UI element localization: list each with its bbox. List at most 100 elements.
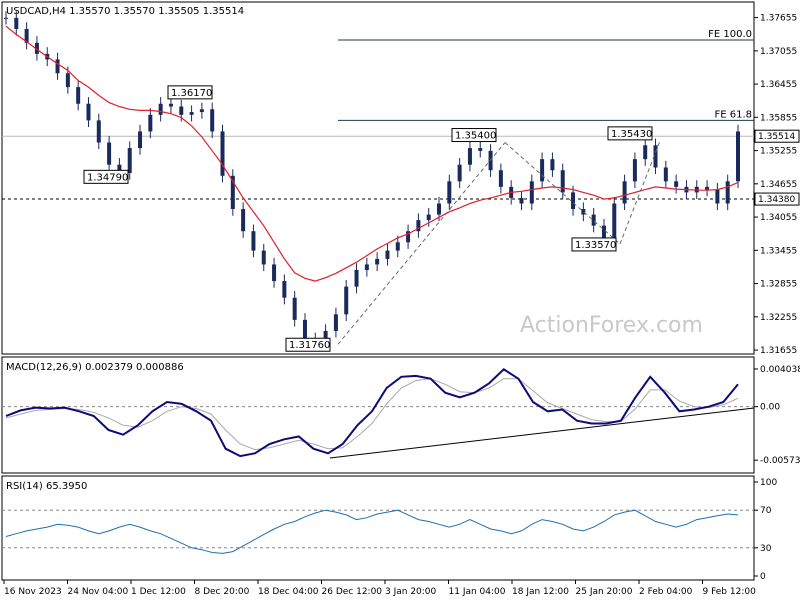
macd-line: [5, 368, 739, 458]
price-candle-body: [55, 59, 60, 74]
price-tick-label-9: 1.32255: [760, 313, 797, 323]
rsi-layer: [2, 509, 754, 554]
price-candle-body: [540, 159, 545, 182]
price-candle-body: [210, 109, 215, 132]
price-layer: FE 100.0 FE 61.8 1.36170 1.34790 1.31760 1.35…: [2, 11, 754, 352]
current-price-tag-label: 1.35514: [758, 132, 795, 142]
price-candle-body: [426, 214, 431, 221]
price-candle-body: [344, 286, 349, 315]
price-candle-body: [168, 103, 173, 107]
x-tick-label-4: 18 Dec 04:00: [258, 587, 319, 597]
price-candle-body: [560, 170, 565, 193]
price-candle-body: [591, 214, 596, 226]
price-candle-body: [478, 148, 483, 151]
price-candle-body: [715, 189, 720, 204]
annotation-label-5: 1.35430: [611, 129, 652, 140]
price-candle-body: [663, 167, 668, 182]
price-candle-body: [498, 170, 503, 187]
annotation-label-1: 1.34790: [87, 172, 128, 183]
price-tick-label-4: 1.35255: [760, 147, 797, 157]
price-tick-label-8: 1.32855: [760, 280, 797, 290]
macd-trendline: [329, 407, 755, 459]
price-candle-body: [189, 112, 194, 115]
price-candle-body: [725, 181, 730, 204]
price-candle-body: [447, 181, 452, 204]
x-tick-label-0: 16 Nov 2023: [4, 587, 62, 597]
macd-layer: [2, 368, 755, 459]
x-tick-label-3: 8 Dec 20:00: [195, 587, 250, 597]
fib-label-1: FE 61.8: [714, 109, 752, 120]
macd-signal-line: [5, 378, 739, 451]
x-tick-label-5: 26 Dec 12:00: [322, 587, 383, 597]
price-tick-label-10: 1.31655: [760, 346, 797, 356]
price-candle-body: [199, 109, 204, 113]
x-tick-label-1: 24 Nov 04:00: [68, 587, 129, 597]
price-tick-label-3: 1.35855: [760, 113, 797, 123]
price-tick-label-6: 1.34055: [760, 213, 797, 223]
x-tick-label-8: 18 Jan 12:00: [512, 587, 569, 597]
macd-tick-label-1: 0.00: [760, 403, 780, 413]
price-candle-body: [333, 314, 338, 331]
price-candle-body: [643, 145, 648, 160]
watermark: ActionForex.com: [520, 313, 703, 338]
x-tick-label-10: 2 Feb 04:00: [639, 587, 693, 597]
price-candle-body: [632, 159, 637, 182]
support-tag-label: 1.34380: [758, 195, 795, 205]
axis-layer: 1.37655 1.37055 1.36455 1.35855 1.35255 1.346…: [3, 14, 800, 597]
macd-tick-label-0: 0.004038: [760, 365, 800, 375]
price-candle-body: [601, 225, 606, 240]
price-candle-body: [736, 131, 740, 182]
price-tick-label-7: 1.33455: [760, 246, 797, 256]
x-tick-label-2: 1 Dec 12:00: [131, 587, 186, 597]
price-tick-label-2: 1.36455: [760, 80, 797, 90]
x-tick-label-6: 3 Jan 20:00: [385, 587, 437, 597]
zigzag-line: [337, 142, 506, 345]
price-candle-body: [519, 197, 524, 204]
price-candle-body: [14, 17, 19, 29]
price-candle-body: [148, 114, 153, 132]
price-candle-body: [282, 281, 287, 298]
rsi-tick-label-2: 30: [760, 544, 772, 554]
chart-root: ActionForex.com USDCAD,H4 1.35570 1.3557…: [0, 0, 800, 600]
price-candle-body: [622, 181, 627, 204]
price-candle-body: [674, 181, 679, 187]
price-candle-body: [354, 269, 359, 287]
price-candle-body: [375, 258, 380, 265]
usdcad-chart: ActionForex.com USDCAD,H4 1.35570 1.3557…: [1, 1, 800, 597]
rsi-tick-label-1: 70: [760, 506, 772, 516]
price-candle-body: [550, 159, 555, 171]
rsi-header: RSI(14) 65.3950: [6, 481, 87, 492]
rsi-tick-label-0: 100: [760, 478, 777, 488]
price-candle-body: [467, 148, 472, 165]
price-candle-body: [581, 209, 586, 215]
rsi-panel-frame: [1, 475, 755, 581]
price-candle-body: [251, 231, 256, 251]
price-candle-body: [107, 142, 112, 165]
price-candle-body: [179, 106, 184, 115]
price-candle-body: [272, 264, 277, 282]
price-candle-body: [241, 209, 246, 232]
annotation-label-3: 1.35400: [455, 131, 496, 142]
rsi-tick-label-3: 0: [760, 572, 766, 582]
price-candle-body: [96, 120, 101, 143]
rsi-line: [5, 509, 739, 554]
price-candle-body: [571, 192, 576, 210]
price-candle-body: [292, 297, 297, 320]
x-tick-label-7: 11 Jan 04:00: [449, 587, 506, 597]
price-candle-body: [4, 17, 8, 19]
price-candle-body: [364, 264, 369, 270]
x-tick-label-9: 25 Jan 20:00: [576, 587, 633, 597]
price-candle-body: [529, 181, 534, 204]
price-candle-body: [302, 319, 307, 340]
price-candle-body: [127, 148, 132, 174]
price-candle-body: [437, 203, 442, 215]
price-candle-body: [86, 103, 91, 121]
price-candle-body: [705, 186, 710, 190]
price-candle-body: [158, 103, 163, 115]
price-candle-body: [138, 131, 143, 149]
price-candle-body: [76, 87, 81, 104]
price-candle-body: [385, 250, 390, 259]
annotation-label-2: 1.31760: [289, 340, 330, 351]
macd-header: MACD(12,26,9) 0.002379 0.000886: [6, 362, 184, 373]
price-candle-body: [395, 242, 400, 251]
